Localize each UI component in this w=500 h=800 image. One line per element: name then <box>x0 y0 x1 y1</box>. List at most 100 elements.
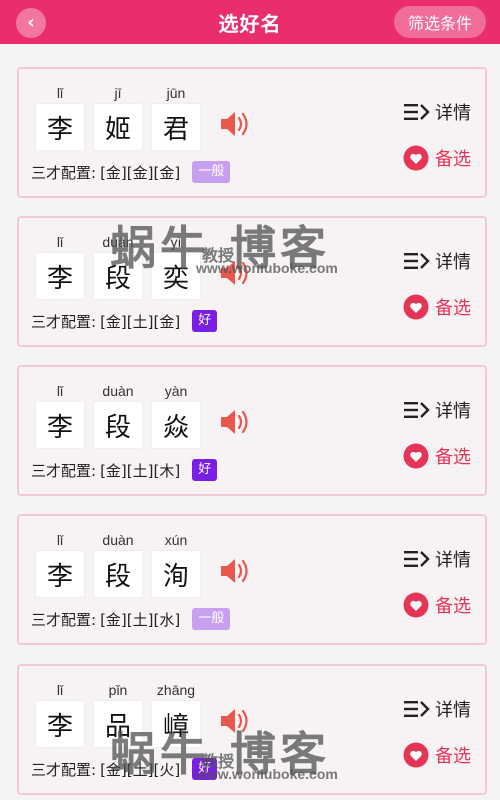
favorite-label: 备选 <box>435 596 471 617</box>
sancai-label: 三才配置: <box>31 163 97 182</box>
detail-button[interactable]: 详情 <box>403 546 471 572</box>
character-box: 李 <box>35 103 85 151</box>
favorite-button[interactable]: 备选 <box>403 592 471 618</box>
detail-label: 详情 <box>435 103 471 124</box>
pinyin-label: lǐ <box>56 383 64 399</box>
sancai-label: 三才配置: <box>31 461 97 480</box>
character-box: 段 <box>93 401 143 449</box>
list-arrow-icon <box>404 402 430 418</box>
character-box: 段 <box>93 550 143 598</box>
name-characters: lǐ 李 jī 姬 jūn 君 <box>35 83 209 151</box>
character-box: 焱 <box>151 401 201 449</box>
favorite-button[interactable]: 备选 <box>403 294 471 320</box>
sancai-row: 三才配置: [金][土][木] 好 <box>31 459 218 481</box>
pinyin-label: duàn <box>102 383 134 399</box>
list-arrow-icon <box>404 701 430 717</box>
character-box: 段 <box>93 252 143 300</box>
character-box: 李 <box>35 252 85 300</box>
pinyin-label: lǐ <box>56 234 64 250</box>
heart-icon <box>403 443 429 469</box>
sancai-label: 三才配置: <box>31 760 97 779</box>
rating-badge: 好 <box>192 310 218 332</box>
pinyin-label: jūn <box>166 85 186 101</box>
pinyin-label: xún <box>164 532 188 548</box>
character-box: 洵 <box>151 550 201 598</box>
heart-icon <box>403 294 429 320</box>
character-box: 嶂 <box>151 700 201 748</box>
speaker-icon[interactable] <box>217 256 251 290</box>
character-column: lǐ 李 <box>35 530 85 598</box>
list-arrow-icon <box>404 253 430 269</box>
sancai-value: [金][土][火] <box>100 760 181 779</box>
favorite-button[interactable]: 备选 <box>403 145 471 171</box>
name-card: lǐ 李 pǐn 品 zhāng 嶂 三才配置: [金][土][火] 好 详情 … <box>17 664 487 795</box>
character-box: 君 <box>151 103 201 151</box>
rating-badge: 好 <box>192 459 218 481</box>
character-box: 品 <box>93 700 143 748</box>
sancai-label: 三才配置: <box>31 312 97 331</box>
character-column: yì 奕 <box>151 232 201 300</box>
detail-label: 详情 <box>435 252 471 273</box>
character-column: duàn 段 <box>93 381 143 449</box>
list-arrow-icon <box>404 104 430 120</box>
speaker-icon[interactable] <box>217 704 251 738</box>
speaker-icon[interactable] <box>217 405 251 439</box>
detail-button[interactable]: 详情 <box>403 248 471 274</box>
page-title: 选好名 <box>218 11 282 36</box>
character-column: lǐ 李 <box>35 232 85 300</box>
filter-button[interactable]: 筛选条件 <box>393 6 486 38</box>
favorite-label: 备选 <box>435 447 471 468</box>
speaker-icon[interactable] <box>217 107 251 141</box>
sancai-label: 三才配置: <box>31 610 97 629</box>
character-box: 李 <box>35 700 85 748</box>
sancai-value: [金][土][木] <box>100 461 181 480</box>
pinyin-label: lǐ <box>56 85 64 101</box>
detail-label: 详情 <box>435 700 471 721</box>
pinyin-label: lǐ <box>56 532 64 548</box>
name-card: lǐ 李 duàn 段 yì 奕 三才配置: [金][土][金] 好 详情 备选 <box>17 216 487 347</box>
sancai-row: 三才配置: [金][土][水] 一般 <box>31 608 231 630</box>
detail-button[interactable]: 详情 <box>403 397 471 423</box>
character-column: lǐ 李 <box>35 83 85 151</box>
name-card: lǐ 李 duàn 段 xún 洵 三才配置: [金][土][水] 一般 详情 … <box>17 514 487 645</box>
pinyin-label: duàn <box>102 234 134 250</box>
detail-label: 详情 <box>435 401 471 422</box>
back-button[interactable]: ‹ <box>16 8 46 38</box>
pinyin-label: pǐn <box>108 682 128 698</box>
pinyin-label: duàn <box>102 532 134 548</box>
detail-button[interactable]: 详情 <box>403 99 471 125</box>
list-arrow-icon <box>404 551 430 567</box>
heart-icon <box>403 592 429 618</box>
favorite-label: 备选 <box>435 298 471 319</box>
favorite-label: 备选 <box>435 149 471 170</box>
speaker-icon[interactable] <box>217 554 251 588</box>
detail-button[interactable]: 详情 <box>403 696 471 722</box>
sancai-row: 三才配置: [金][金][金] 一般 <box>31 161 231 183</box>
character-column: jī 姬 <box>93 83 143 151</box>
character-column: yàn 焱 <box>151 381 201 449</box>
rating-badge: 好 <box>192 758 218 780</box>
sancai-value: [金][金][金] <box>100 163 181 182</box>
character-column: lǐ 李 <box>35 680 85 748</box>
sancai-row: 三才配置: [金][土][金] 好 <box>31 310 218 332</box>
name-characters: lǐ 李 pǐn 品 zhāng 嶂 <box>35 680 209 748</box>
top-bar: ‹ 选好名 筛选条件 <box>0 0 500 44</box>
favorite-label: 备选 <box>435 746 471 767</box>
character-column: lǐ 李 <box>35 381 85 449</box>
sancai-value: [金][土][水] <box>100 610 181 629</box>
character-column: jūn 君 <box>151 83 201 151</box>
heart-icon <box>403 742 429 768</box>
character-column: duàn 段 <box>93 232 143 300</box>
name-characters: lǐ 李 duàn 段 yì 奕 <box>35 232 209 300</box>
favorite-button[interactable]: 备选 <box>403 742 471 768</box>
pinyin-label: jī <box>114 85 122 101</box>
pinyin-label: lǐ <box>56 682 64 698</box>
sancai-row: 三才配置: [金][土][火] 好 <box>31 758 218 780</box>
name-card: lǐ 李 jī 姬 jūn 君 三才配置: [金][金][金] 一般 详情 备选 <box>17 67 487 198</box>
heart-icon <box>403 145 429 171</box>
rating-badge: 一般 <box>192 608 231 630</box>
favorite-button[interactable]: 备选 <box>403 443 471 469</box>
name-card: lǐ 李 duàn 段 yàn 焱 三才配置: [金][土][木] 好 详情 备… <box>17 365 487 496</box>
character-box: 李 <box>35 401 85 449</box>
detail-label: 详情 <box>435 550 471 571</box>
